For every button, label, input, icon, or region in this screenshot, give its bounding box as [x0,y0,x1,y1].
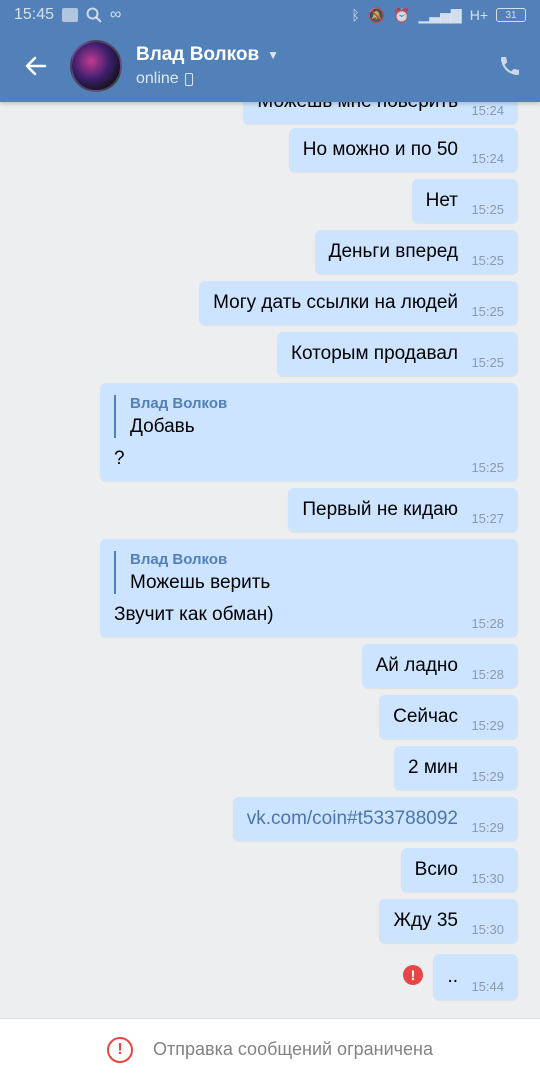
message-text: Которым продавал [290,343,458,364]
message-list[interactable]: Можешь мне поверить 15:24 Но можно и по … [0,102,540,1018]
network-type: H+ [469,7,488,23]
message-text: Всио [414,859,458,880]
quoted-author: Влад Волков [130,395,228,412]
message-text: Жду 35 [393,910,458,931]
message-time: 15:25 [471,304,504,319]
message-bubble[interactable]: Жду 35 15:30 [379,899,518,943]
message-time: 15:28 [471,667,504,682]
message-text: Могу дать ссылки на людей [213,292,458,313]
message-time: 15:24 [471,103,504,118]
message-time: 15:25 [471,253,504,268]
mobile-icon [184,72,193,86]
message-text: 2 мин [407,757,458,778]
message-time: 15:27 [471,511,504,526]
message-time: 15:30 [471,871,504,886]
message-bubble[interactable]: Всио 15:30 [400,848,518,892]
message-text: Можешь мне поверить [257,102,458,113]
chat-title: Влад Волков [136,44,260,65]
message-text: Нет [425,190,458,211]
message-time: 15:24 [471,151,504,166]
message-time: 15:29 [471,718,504,733]
chevron-down-icon: ▼ [267,48,280,62]
quoted-text: Можешь верить [130,572,271,593]
message-bubble-reply[interactable]: Влад Волков Добавь ? 15:25 [100,383,518,481]
chat-title-area[interactable]: Влад Волков ▼ online [136,44,279,88]
message-time: 15:25 [471,460,504,475]
message-bubble-link[interactable]: vk.com/coin#t533788092 15:29 [232,797,518,841]
message-bubble-failed[interactable]: .. 15:44 [433,954,518,1000]
message-bubble[interactable]: Деньги вперед 15:25 [314,230,518,274]
message-time: 15:25 [471,202,504,217]
chat-header: 15:45 ∞ ᛒ 🔕 ⏰ ▁▃▅▇ H+ 31 Влад Волков ▼ o… [0,0,540,102]
message-time: 15:28 [471,616,504,631]
mute-icon: 🔕 [367,6,386,23]
arrow-left-icon [25,56,47,76]
message-text: Сейчас [393,706,458,727]
message-time: 15:25 [471,355,504,370]
message-text: .. [447,966,458,987]
message-text: Ай ладно [375,655,458,676]
input-restricted-bar: ! Отправка сообщений ограничена [0,1018,540,1080]
restriction-message: Отправка сообщений ограничена [153,1039,433,1059]
battery-level: 31 [505,9,517,21]
signal-icon: ▁▃▅▇ [418,6,462,23]
error-icon[interactable]: ! [403,965,423,985]
status-system-icons: ᛒ 🔕 ⏰ ▁▃▅▇ H+ 31 [351,7,526,24]
message-time: 15:44 [471,979,504,994]
quoted-message[interactable]: Влад Волков Можешь верить [114,551,504,594]
message-bubble[interactable]: 2 мин 15:29 [393,746,518,790]
quoted-message[interactable]: Влад Волков Добавь [114,395,504,438]
message-bubble[interactable]: Могу дать ссылки на людей 15:25 [199,281,518,325]
message-bubble[interactable]: Можешь мне поверить 15:24 [243,102,518,124]
message-bubble[interactable]: Но можно и по 50 15:24 [288,128,518,172]
message-bubble[interactable]: Сейчас 15:29 [379,695,518,739]
message-text: Звучит как обман) [114,604,274,625]
search-icon [86,7,102,23]
message-text: ? [114,448,125,469]
message-text: Первый не кидаю [302,499,458,520]
online-status: online [136,70,179,87]
message-bubble[interactable]: Первый не кидаю 15:27 [288,488,518,532]
bluetooth-icon: ᛒ [351,7,360,23]
warning-icon: ! [107,1036,133,1063]
message-time: 15:29 [471,820,504,835]
alarm-icon: ⏰ [393,6,411,23]
message-time: 15:29 [471,769,504,784]
quoted-author: Влад Волков [130,551,228,568]
message-link[interactable]: vk.com/coin#t533788092 [247,808,458,830]
avatar[interactable] [70,40,122,92]
message-time: 15:30 [471,922,504,937]
battery-icon: 31 [496,8,526,22]
status-bar: 15:45 ∞ ᛒ 🔕 ⏰ ▁▃▅▇ H+ 31 [0,0,540,30]
status-time: 15:45 [14,6,55,23]
message-bubble[interactable]: Ай ладно 15:28 [361,644,518,688]
call-button[interactable] [480,30,540,102]
message-bubble[interactable]: Которым продавал 15:25 [276,332,518,376]
message-text: Но можно и по 50 [302,139,458,160]
back-button[interactable] [0,30,72,102]
quoted-text: Добавь [130,416,195,437]
message-bubble[interactable]: Нет 15:25 [411,179,518,223]
app-toolbar: Влад Волков ▼ online [0,30,540,102]
message-bubble-reply[interactable]: Влад Волков Можешь верить Звучит как обм… [100,539,518,637]
gallery-icon [62,8,79,22]
infinity-icon: ∞ [110,6,122,23]
status-notification-icons: ∞ [62,6,121,24]
phone-icon [501,57,519,75]
message-text: Деньги вперед [328,241,458,262]
